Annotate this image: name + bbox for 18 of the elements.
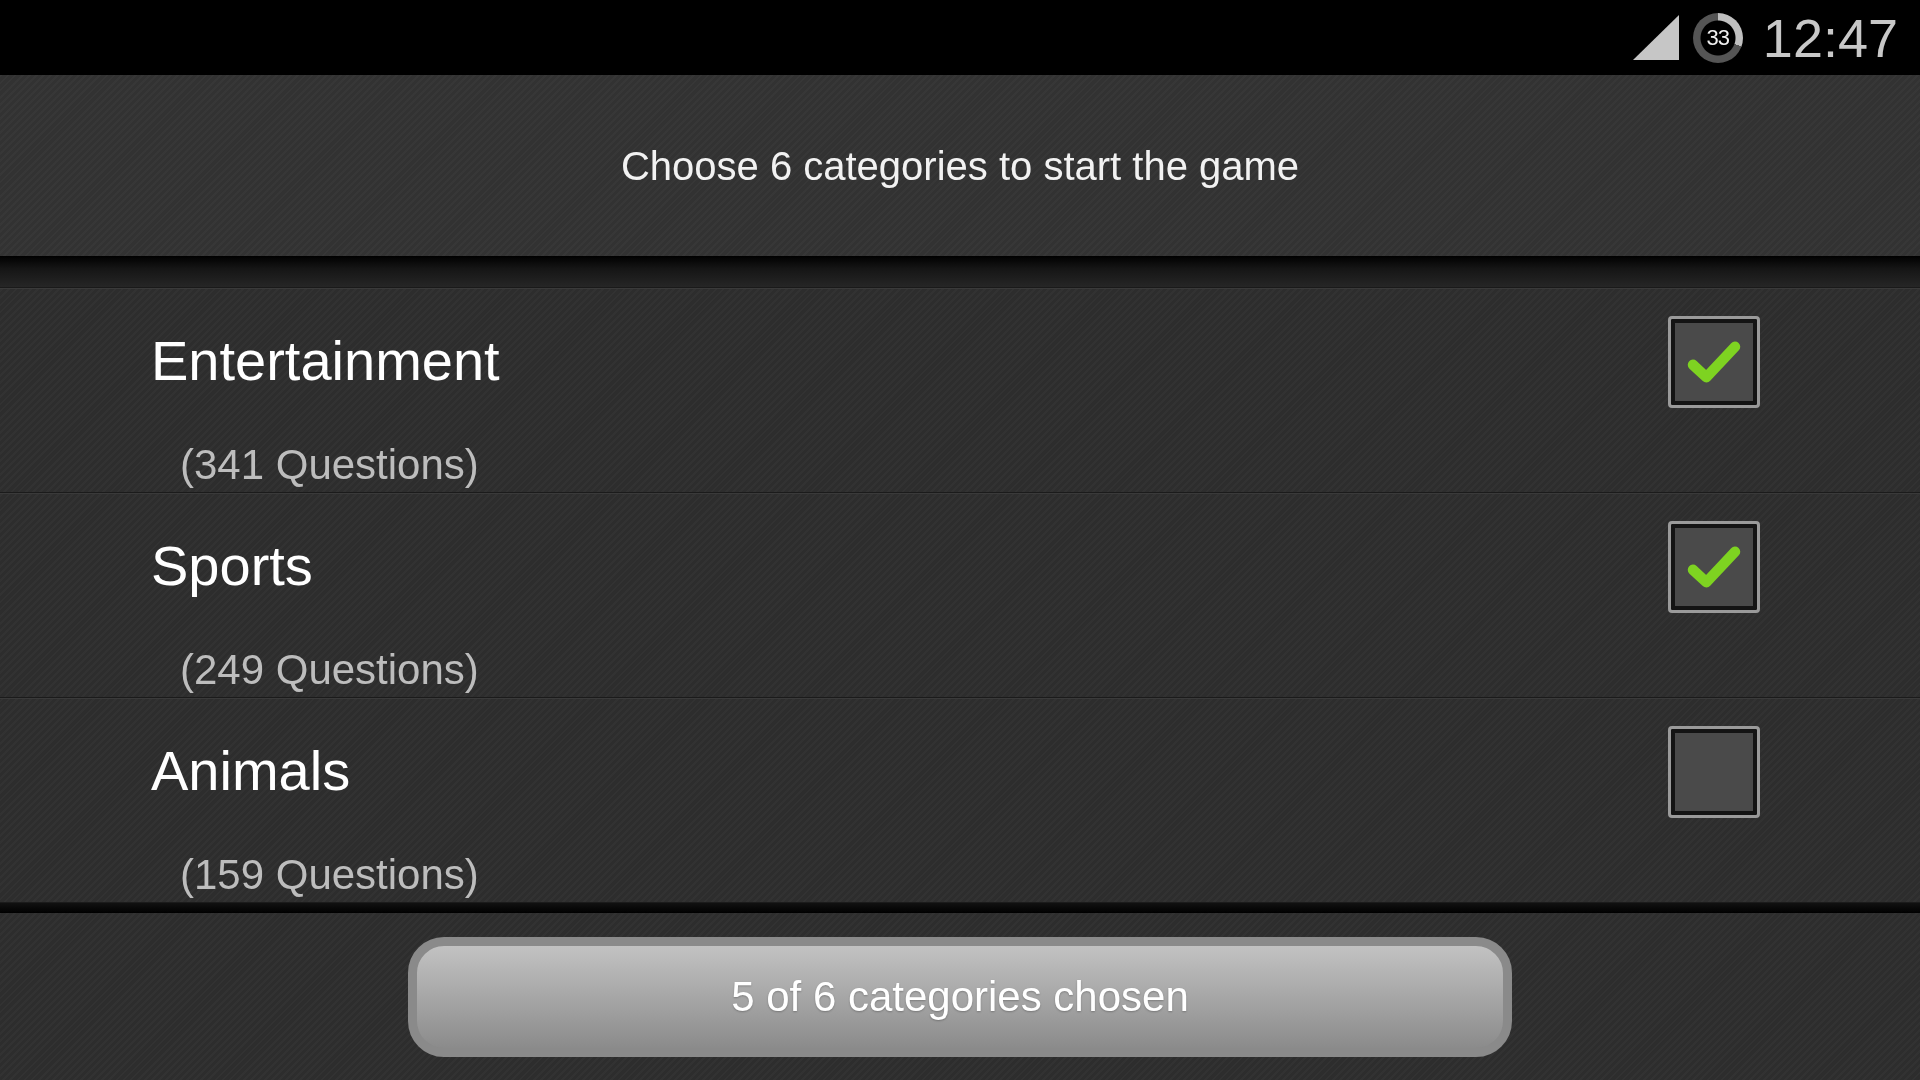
countdown-badge: 33	[1692, 12, 1743, 63]
question-count: (341 Questions)	[180, 440, 479, 490]
category-name: Sports	[151, 533, 313, 599]
checkmark-icon	[1687, 341, 1741, 383]
checkmark-icon	[1687, 546, 1741, 588]
category-row[interactable]: Entertainment (341 Questions)	[0, 288, 1920, 493]
category-row[interactable]: Sports (249 Questions)	[0, 493, 1920, 698]
checkbox[interactable]	[1668, 316, 1760, 408]
clock-time: 12:47	[1762, 7, 1898, 68]
category-row[interactable]: Animals (159 Questions)	[0, 698, 1920, 903]
checkbox[interactable]	[1668, 521, 1760, 613]
screen-title: Choose 6 categories to start the game	[620, 142, 1300, 190]
checkbox[interactable]	[1668, 726, 1760, 818]
category-name: Animals	[151, 738, 351, 804]
question-count: (249 Questions)	[180, 645, 479, 695]
category-name: Entertainment	[151, 328, 500, 394]
question-count: (159 Questions)	[180, 850, 479, 900]
signal-icon	[1632, 15, 1679, 60]
